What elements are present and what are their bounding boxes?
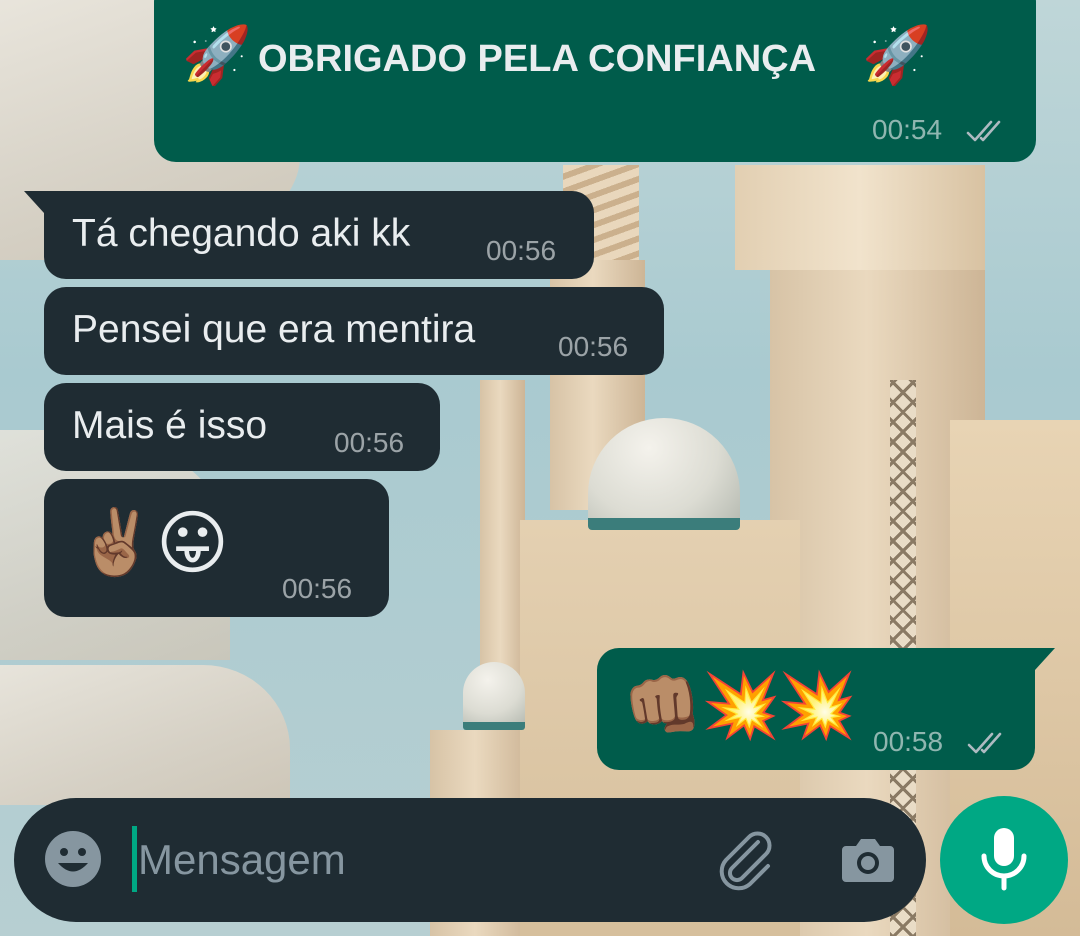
message-time: 00:56 (486, 235, 557, 266)
wallpaper-minaret-top (735, 165, 985, 270)
message-text: Pensei que era mentira (72, 308, 476, 351)
microphone-icon (976, 826, 1032, 894)
double-check-icon (966, 118, 1008, 144)
message-bubble-incoming[interactable]: Tá chegando aki kk 00:56 (24, 191, 594, 279)
message-bubble-incoming[interactable]: Pensei que era mentira 00:56 (44, 287, 664, 375)
collision-emoji: 💥 (777, 669, 857, 743)
wallpaper-canopy (0, 665, 290, 805)
message-bubble-incoming[interactable]: ✌🏽 😛 00:56 (44, 479, 389, 617)
message-time: 00:56 (282, 573, 353, 604)
rocket-emoji: 🚀 (862, 23, 932, 88)
message-time: 00:58 (873, 726, 944, 757)
wallpaper-minaret (480, 380, 525, 710)
emoji-smiley-icon[interactable] (42, 828, 104, 890)
message-bubble-outgoing[interactable]: 👊🏽 💥 💥 00:58 (597, 648, 1055, 770)
rocket-emoji: 🚀 (182, 23, 252, 88)
double-check-icon (967, 730, 1009, 756)
chat-screen: 🚀 OBRIGADO PELA CONFIANÇA 🚀 00:54 Tá che… (0, 0, 1080, 936)
camera-icon[interactable] (836, 828, 900, 892)
message-time: 00:56 (334, 427, 405, 458)
fist-bump-emoji: 👊🏽 (623, 669, 703, 743)
wallpaper-dome (463, 662, 525, 730)
message-bubble-incoming[interactable]: Mais é isso 00:56 (44, 383, 440, 471)
message-time: 00:54 (872, 114, 943, 145)
victory-hand-emoji: ✌🏽 (76, 506, 156, 580)
message-composer (14, 798, 926, 922)
message-text: Tá chegando aki kk (72, 212, 411, 255)
microphone-button[interactable] (940, 796, 1068, 924)
message-text: OBRIGADO PELA CONFIANÇA (258, 38, 817, 80)
message-input[interactable] (136, 820, 698, 900)
tongue-face-emoji: 😛 (156, 502, 229, 584)
message-time: 00:56 (558, 331, 629, 362)
message-bubble-outgoing[interactable]: 🚀 OBRIGADO PELA CONFIANÇA 🚀 00:54 (154, 0, 1036, 162)
message-text: Mais é isso (72, 404, 268, 447)
collision-emoji: 💥 (701, 669, 781, 743)
paperclip-icon[interactable] (714, 828, 780, 894)
